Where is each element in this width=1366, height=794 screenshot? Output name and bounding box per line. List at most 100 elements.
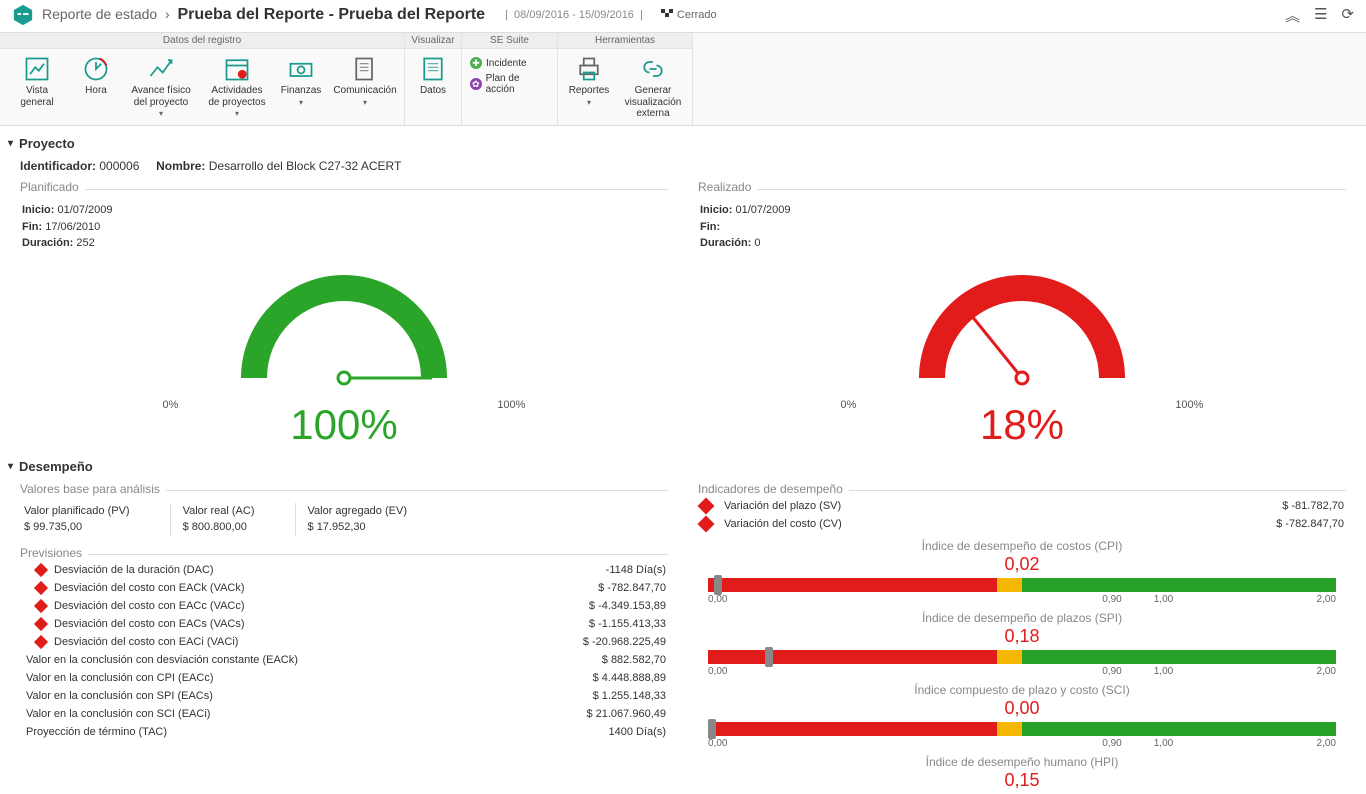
section-title: Proyecto	[19, 136, 75, 151]
diamond-icon	[34, 562, 48, 576]
prevision-row: Desviación del costo con EACi (VACi) $ -2…	[20, 633, 668, 651]
datos-button[interactable]: Datos	[411, 53, 455, 99]
fieldset-legend: Planificado	[20, 180, 85, 194]
prevision-value: $ -4.349.153,89	[589, 600, 666, 612]
prevision-row: Valor en la conclusión con desviación co…	[20, 651, 668, 669]
indicator-bar: Índice de desempeño de plazos (SPI)0,18 0…	[698, 611, 1346, 677]
money-icon	[287, 55, 315, 83]
prevision-row: Desviación del costo con EACs (VACs)$ -1…	[20, 615, 668, 633]
prevision-value: $ -1.155.413,33	[589, 618, 666, 630]
printer-icon	[575, 55, 603, 83]
hora-button[interactable]: Hora	[74, 53, 118, 99]
ribbon-group-title: SE Suite	[462, 33, 557, 49]
bar-title: Índice compuesto de plazo y costo (SCI)	[698, 683, 1346, 697]
prevision-value: 1400 Día(s)	[609, 726, 666, 738]
app-logo-icon	[12, 4, 34, 26]
bar-ticks: 0,000,901,002,00	[708, 666, 1336, 677]
diamond-icon	[698, 497, 715, 514]
refresh-icon[interactable]: ⟳	[1341, 5, 1354, 26]
bar-pointer	[708, 719, 716, 739]
prevision-label: Valor en la conclusión con desviación co…	[26, 654, 298, 666]
bar-title: Índice de desempeño de plazos (SPI)	[698, 611, 1346, 625]
generar-visualizacion-button[interactable]: Generar visualización externa	[620, 53, 686, 122]
ribbon-group-visualizar: Visualizar Datos	[405, 33, 462, 125]
prevision-value: $ -20.968.225,49	[583, 636, 666, 648]
section-desempeno-header[interactable]: ▾ Desempeño	[0, 449, 1366, 478]
prevision-label: Valor en la conclusión con SPI (EACs)	[26, 690, 213, 702]
fieldset-legend: Realizado	[698, 180, 757, 194]
status-badge: Cerrado	[661, 9, 717, 21]
prevision-row: Proyección de término (TAC)1400 Día(s)	[20, 723, 668, 741]
progress-icon	[147, 55, 175, 83]
plus-icon: ✚	[470, 57, 482, 69]
diamond-icon	[34, 598, 48, 612]
bar-ticks: 0,000,901,002,00	[708, 594, 1336, 605]
planificado-stats: Inicio: 01/07/2009 Fin: 17/06/2010 Durac…	[20, 196, 668, 258]
prevision-label: Desviación del costo con EACc (VACc)	[54, 600, 245, 612]
collapse-icon[interactable]: ︽	[1285, 5, 1300, 26]
page-header: Reporte de estado › Prueba del Reporte -…	[0, 0, 1366, 33]
diamond-icon	[698, 515, 715, 532]
page-title: Prueba del Reporte - Prueba del Reporte	[177, 6, 485, 23]
prevision-label: Desviación del costo con EACi (VACi)	[54, 636, 238, 648]
plan-icon: ✿	[470, 78, 482, 90]
incidente-button[interactable]: ✚Incidente	[470, 57, 549, 69]
link-icon	[639, 55, 667, 83]
ac-block: Valor real (AC)$ 800.800,00	[170, 503, 255, 536]
prevision-value: $ -782.847,70	[598, 582, 666, 594]
bar-track	[708, 650, 1336, 664]
section-proyecto-header[interactable]: ▾ Proyecto	[0, 126, 1366, 155]
caret-down-icon: ▾	[8, 461, 13, 472]
clock-icon	[82, 55, 110, 83]
bar-value: 0,00	[698, 698, 1346, 719]
ribbon-group-herramientas: Herramientas Reportes▾ Generar visualiza…	[558, 33, 693, 125]
bar-track	[708, 578, 1336, 592]
prevision-value: $ 4.448.888,89	[593, 672, 666, 684]
section-title: Desempeño	[19, 459, 93, 474]
bar-pointer	[765, 647, 773, 667]
pv-block: Valor planificado (PV)$ 99.735,00	[22, 503, 130, 536]
actividades-button[interactable]: Actividades de proyectos▾	[204, 53, 270, 120]
prevision-row: Desviación del costo con EACk (VACk) $ -7…	[20, 579, 668, 597]
diamond-icon	[34, 616, 48, 630]
list-icon[interactable]: ☰	[1314, 5, 1327, 26]
indicator-bar: Índice de desempeño humano (HPI)0,15	[698, 755, 1346, 791]
prevision-value: $ 882.582,70	[602, 654, 666, 666]
breadcrumb-root[interactable]: Reporte de estado	[42, 6, 157, 22]
bar-pointer	[714, 575, 722, 595]
plan-accion-button[interactable]: ✿Plan de acción	[470, 73, 549, 95]
comunicacion-button[interactable]: Comunicación▾	[332, 53, 398, 109]
avance-fisico-button[interactable]: Avance físico del proyecto▾	[124, 53, 198, 120]
ribbon-group-se-suite: SE Suite ✚Incidente ✿Plan de acción	[462, 33, 558, 125]
finanzas-button[interactable]: Finanzas▾	[276, 53, 326, 109]
sv-row: Variación del plazo (SV)$ -81.782,70	[698, 497, 1346, 515]
prevision-label: Valor en la conclusión con SCI (EACi)	[26, 708, 210, 720]
bar-value: 0,15	[698, 770, 1346, 791]
gauge-realizado: 0% 100% 18%	[698, 258, 1346, 449]
caret-down-icon: ▾	[8, 138, 13, 149]
ribbon-group-title: Datos del registro	[0, 33, 404, 49]
prevision-label: Valor en la conclusión con CPI (EACc)	[26, 672, 214, 684]
reportes-button[interactable]: Reportes▾	[564, 53, 614, 109]
header-left: Reporte de estado › Prueba del Reporte -…	[12, 4, 717, 26]
bar-value: 0,18	[698, 626, 1346, 647]
bar-track	[708, 722, 1336, 736]
data-icon	[419, 55, 447, 83]
diamond-icon	[34, 580, 48, 594]
bar-ticks: 0,000,901,002,00	[708, 738, 1336, 749]
ev-block: Valor agregado (EV)$ 17.952,30	[295, 503, 407, 536]
project-identity: Identificador: 000006 Nombre: Desarrollo…	[0, 155, 1366, 179]
vista-general-button[interactable]: Vista general	[6, 53, 68, 110]
realizado-stats: Inicio: 01/07/2009 Fin: Duración: 0	[698, 196, 1346, 258]
planificado-panel: Planificado Inicio: 01/07/2009 Fin: 17/0…	[20, 189, 668, 449]
gauge-planificado: 0% 100% 100%	[20, 258, 668, 449]
bar-title: Índice de desempeño de costos (CPI)	[698, 539, 1346, 553]
prevision-value: $ 21.067.960,49	[586, 708, 666, 720]
prevision-row: Valor en la conclusión con CPI (EACc) $ 4…	[20, 669, 668, 687]
indicadores-panel: Indicadores de desempeño Variación del p…	[698, 490, 1346, 791]
cv-row: Variación del costo (CV)$ -782.847,70	[698, 515, 1346, 533]
ribbon-toolbar: Datos del registro Vista general Hora Av…	[0, 33, 1366, 126]
prevision-label: Desviación del costo con EACk (VACk)	[54, 582, 245, 594]
chart-icon	[23, 55, 51, 83]
gauge-value: 100%	[20, 401, 668, 449]
